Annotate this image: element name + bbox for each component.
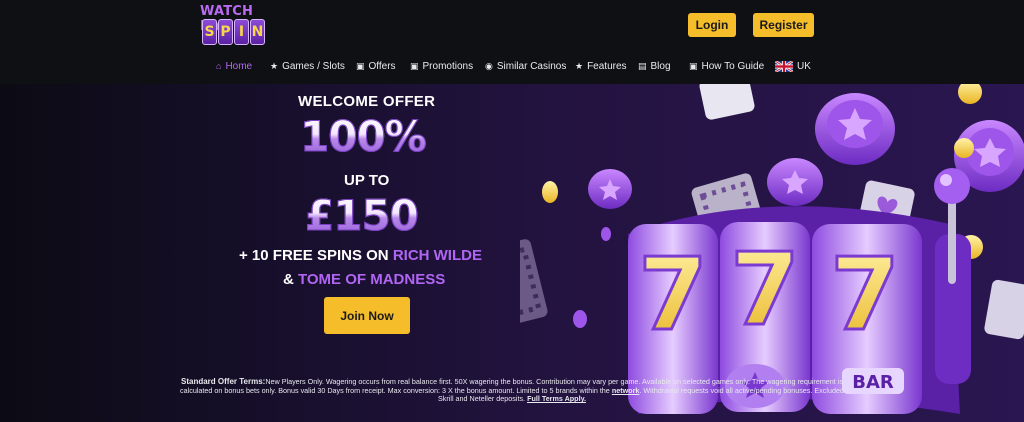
site-header: WATCH MY S P I N Login Register ⌂ Home ★… [0,0,1024,84]
and-text: & [283,271,298,288]
watch-my-spin-logo[interactable]: WATCH MY S P I N [198,4,274,46]
login-button[interactable]: Login [688,13,736,37]
logo-reel: N [250,19,265,45]
nav-item-region-uk[interactable]: UK [775,61,811,72]
logo-reel: I [234,19,249,45]
logo-reel: P [218,19,233,45]
register-button[interactable]: Register [753,13,814,37]
game-name: TOME OF MADNESS [298,271,446,288]
main-nav: ⌂ Home ★ Games / Slots ▣ Offers ▣ Promot… [0,61,1024,77]
nav-label: Promotions [422,61,474,72]
star-icon: ★ [270,61,279,71]
reel-symbol: 7 [730,231,800,348]
network-link[interactable]: network [612,386,640,395]
nav-label: Home [225,61,253,72]
bar-symbol: BAR [852,372,894,393]
bonus-percent: 100% [300,112,428,162]
nav-label: Offers [368,61,396,72]
reel-symbol: 7 [830,236,900,353]
nav-label: UK [797,61,811,72]
logo-reel: S [202,19,217,45]
nav-item-games-slots[interactable]: ★ Games / Slots [270,61,345,72]
game-name: RICH WILDE [392,247,482,264]
globe-icon: ◉ [485,61,493,71]
nav-item-home[interactable]: ⌂ Home [216,61,252,72]
star-icon: ★ [575,61,584,71]
free-spins-text: + 10 FREE SPINS ON [239,247,393,264]
logo-reels: S P I N [202,19,265,45]
ticket-icon: ▣ [356,61,365,71]
nav-label: How To Guide [701,61,765,72]
nav-label: Similar Casinos [496,61,567,72]
offer-content: WELCOME OFFER 100% UP TO £150 + 10 FREE … [0,84,740,422]
free-spins-line: + 10 FREE SPINS ON RICH WILDE [239,247,482,264]
nav-item-similar-casinos[interactable]: ◉ Similar Casinos [485,61,566,72]
up-to-label: UP TO [344,172,390,189]
nav-label: Blog [650,61,671,72]
nav-item-offers[interactable]: ▣ Offers [356,61,396,72]
full-terms-link[interactable]: Full Terms Apply. [527,394,586,403]
welcome-offer-banner: 7 7 7 BAR WELCOME OFFER 100% UP TO £150 … [0,84,1024,422]
uk-flag-icon [775,61,793,72]
nav-item-features[interactable]: ★ Features [575,61,627,72]
gift-icon: ▣ [689,61,698,71]
join-now-button[interactable]: Join Now [324,297,410,334]
nav-item-how-to-guide[interactable]: ▣ How To Guide [689,61,764,72]
nav-item-blog[interactable]: ▤ Blog [638,61,671,72]
second-game-line: & TOME OF MADNESS [283,271,445,288]
nav-label: Features [587,61,627,72]
offer-terms: Standard Offer Terms:New Players Only. W… [178,377,846,404]
gift-icon: ▣ [410,61,419,71]
book-icon: ▤ [638,61,647,71]
nav-item-promotions[interactable]: ▣ Promotions [410,61,473,72]
bonus-amount: £150 [305,191,420,241]
welcome-offer-heading: WELCOME OFFER [298,93,436,110]
home-icon: ⌂ [216,61,222,71]
nav-label: Games / Slots [282,61,345,72]
